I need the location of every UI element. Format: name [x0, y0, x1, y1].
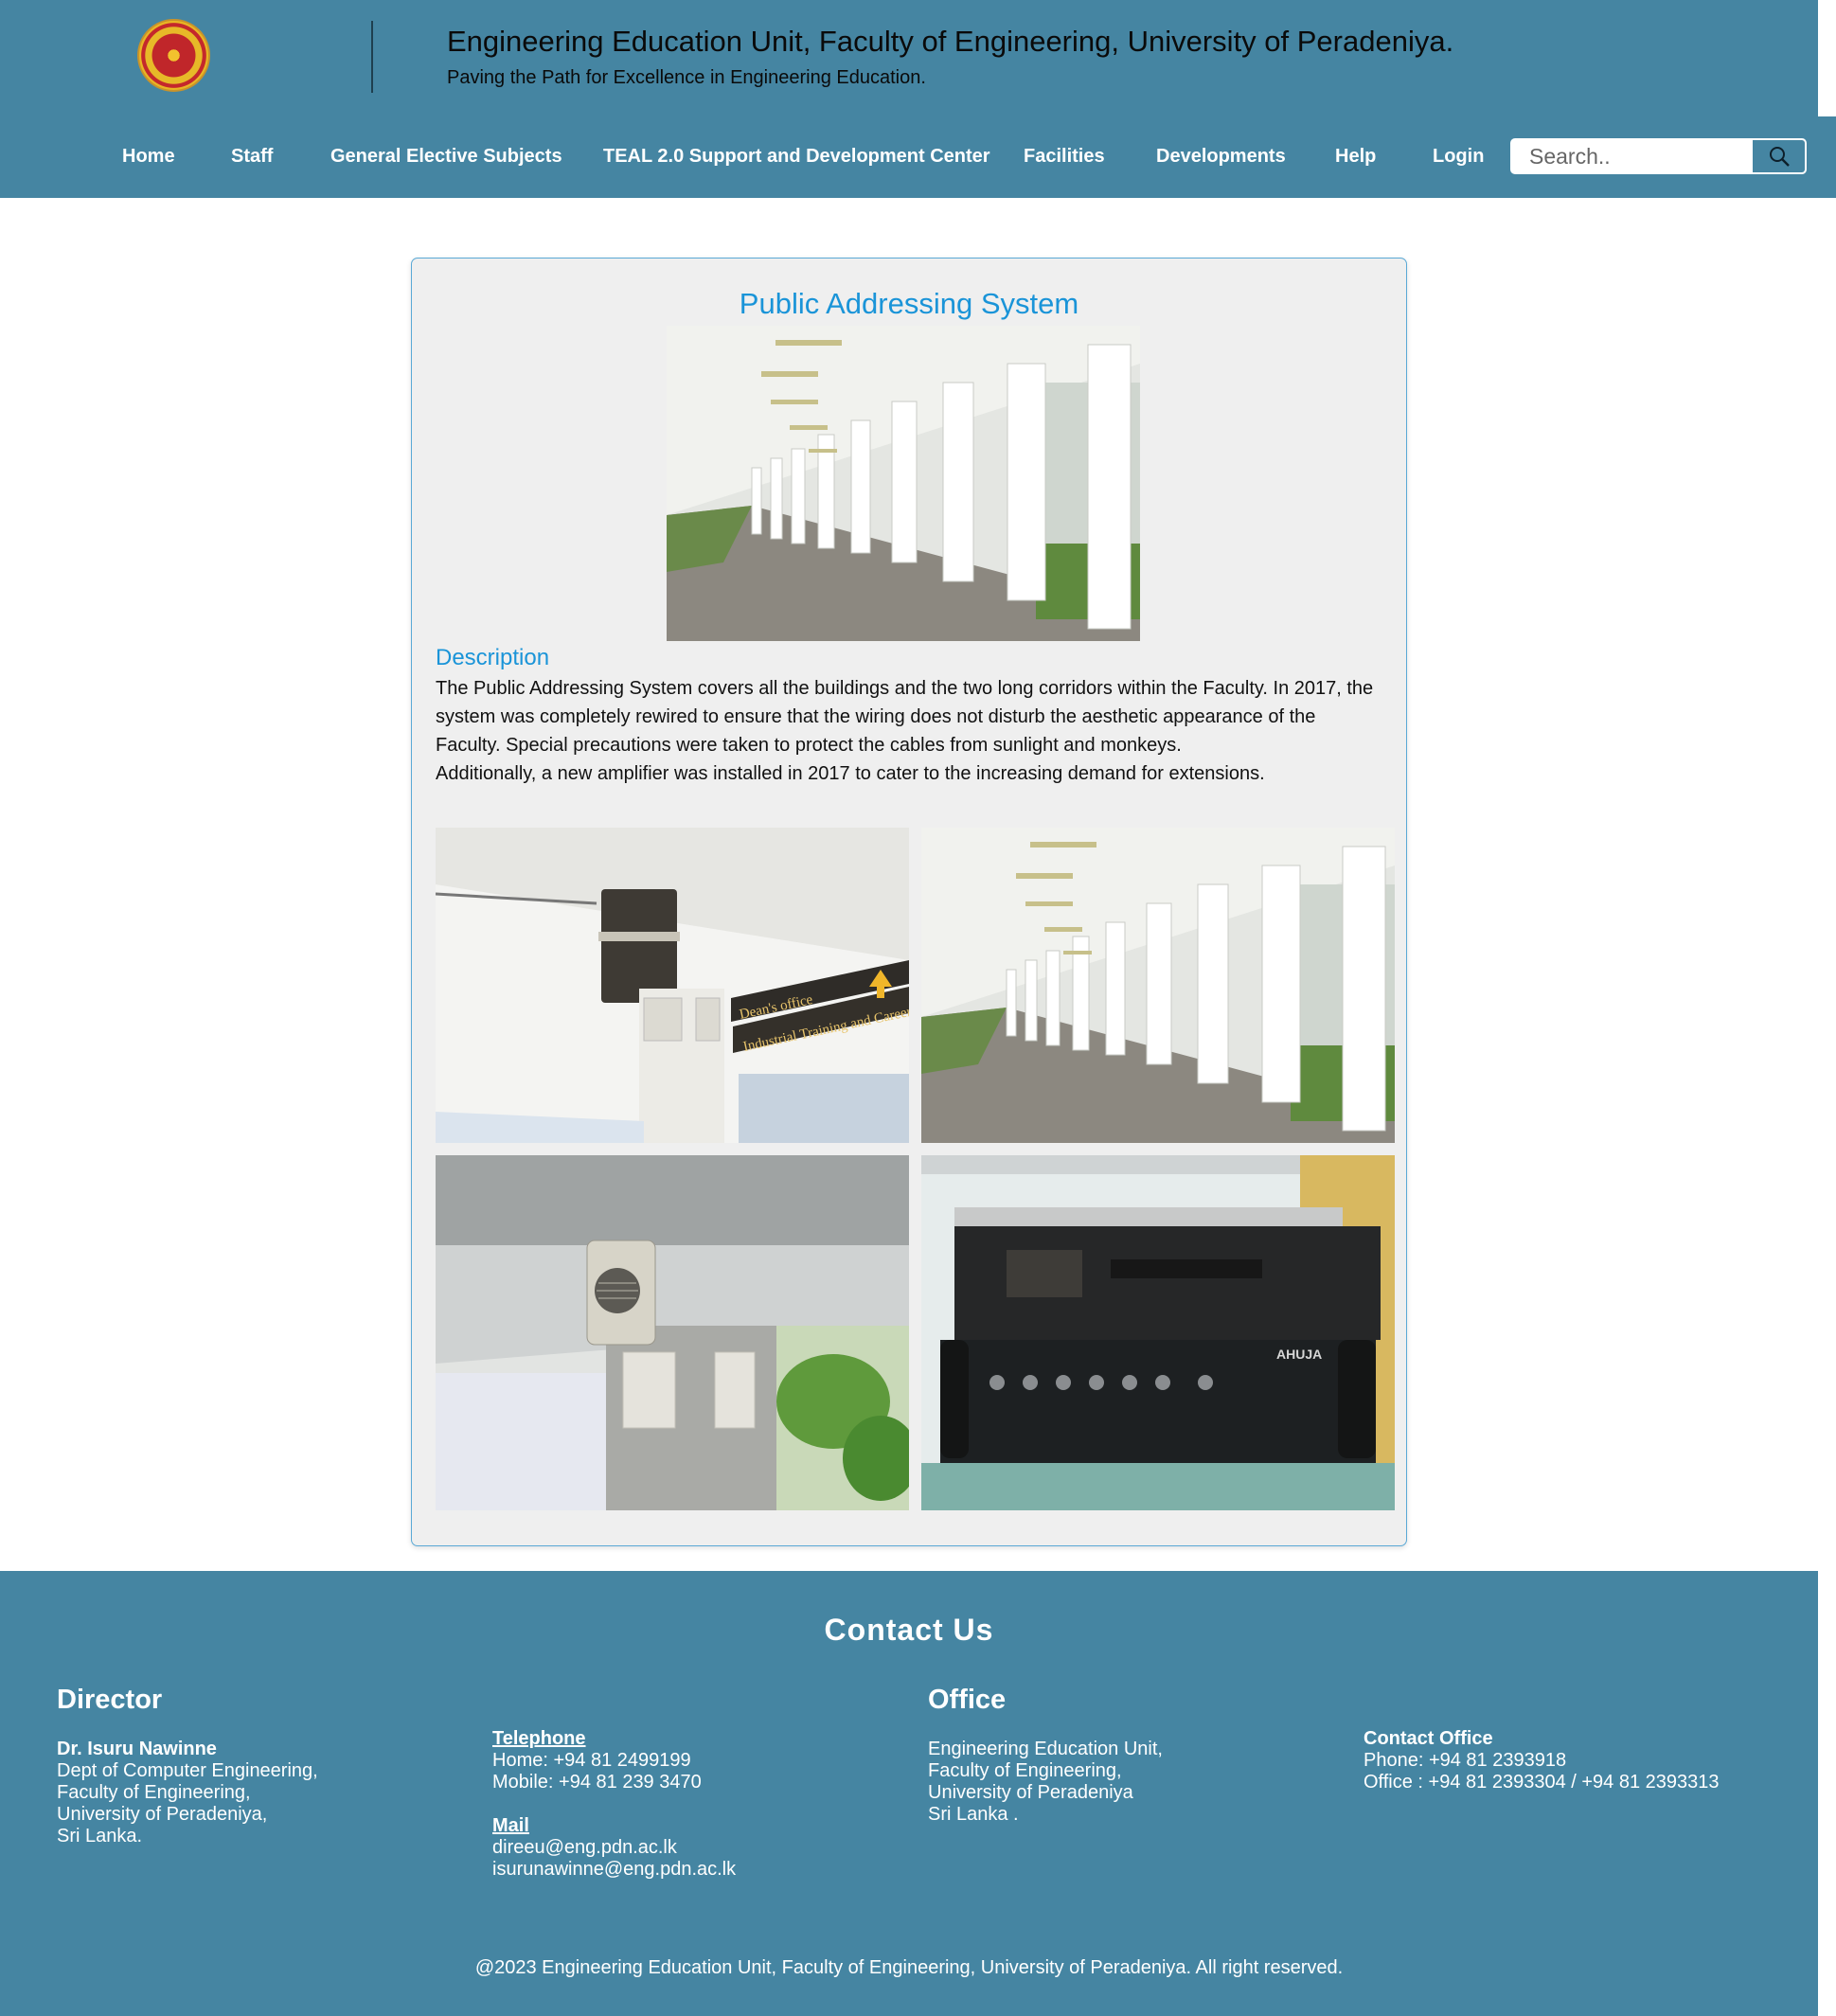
- header-divider: [371, 21, 373, 93]
- search-input[interactable]: [1512, 140, 1753, 172]
- office-address: Engineering Education Unit, Faculty of E…: [928, 1739, 1163, 1826]
- nav-staff[interactable]: Staff: [231, 146, 273, 168]
- office-heading: Office: [928, 1685, 1007, 1715]
- content-card: Public Addressing System Description The…: [411, 258, 1407, 1546]
- office-numbers: Office : +94 81 2393304 / +94 81 2393313: [1364, 1772, 1720, 1793]
- amplifier-photo: AHUJA: [921, 1155, 1395, 1510]
- director-heading: Director: [57, 1685, 163, 1715]
- search-button[interactable]: [1753, 140, 1805, 172]
- description-paragraph-1: The Public Addressing System covers all …: [436, 678, 1374, 756]
- director-faculty: Faculty of Engineering,: [57, 1782, 251, 1803]
- speaker-sign-photo: Dean's office Industrial Training and Ca…: [436, 828, 909, 1143]
- mail-link-2[interactable]: isurunawinne@eng.pdn.ac.lk: [492, 1859, 736, 1881]
- header-edge: [1818, 116, 1836, 198]
- office-contact: Contact Office Phone: +94 81 2393918 Off…: [1364, 1728, 1720, 1793]
- director-name: Dr. Isuru Nawinne: [57, 1739, 217, 1759]
- description-text: The Public Addressing System covers all …: [436, 674, 1382, 788]
- site-title: Engineering Education Unit, Faculty of E…: [447, 25, 1454, 58]
- office-phone: Phone: +94 81 2393918: [1364, 1750, 1567, 1771]
- nav-login[interactable]: Login: [1433, 146, 1484, 168]
- mail-label: Mail: [492, 1815, 529, 1836]
- search-box: [1510, 138, 1807, 174]
- nav-facilities[interactable]: Facilities: [1024, 146, 1105, 168]
- contact-office-label: Contact Office: [1364, 1728, 1493, 1749]
- site-tagline: Paving the Path for Excellence in Engine…: [447, 67, 926, 88]
- director-info: Dr. Isuru Nawinne Dept of Computer Engin…: [57, 1739, 318, 1847]
- nav-home[interactable]: Home: [122, 146, 175, 168]
- copyright: @2023 Engineering Education Unit, Facult…: [474, 1957, 1344, 1978]
- university-logo-icon[interactable]: [137, 19, 210, 92]
- office-line-3: University of Peradeniya: [928, 1782, 1133, 1803]
- nav-developments[interactable]: Developments: [1156, 146, 1286, 168]
- telephone-label: Telephone: [492, 1728, 586, 1749]
- contact-title: Contact Us: [824, 1613, 994, 1647]
- mail-link-1[interactable]: direeu@eng.pdn.ac.lk: [492, 1837, 736, 1859]
- search-icon: [1770, 147, 1790, 167]
- amp-brand-label: AHUJA: [1276, 1347, 1322, 1362]
- page-title: Public Addressing System: [739, 287, 1079, 320]
- description-paragraph-2: Additionally, a new amplifier was instal…: [436, 763, 1265, 784]
- site-footer: Contact Us Director Dr. Isuru Nawinne De…: [0, 1571, 1818, 2016]
- logo-emblem: [160, 42, 187, 69]
- wall-speaker-photo: [436, 1155, 909, 1510]
- corridor-photo: [921, 828, 1395, 1143]
- director-uni: University of Peradeniya,: [57, 1804, 268, 1825]
- nav-teal-center[interactable]: TEAL 2.0 Support and Development Center: [603, 146, 990, 168]
- home-phone: Home: +94 81 2499199: [492, 1750, 691, 1771]
- office-line-2: Faculty of Engineering,: [928, 1760, 1122, 1781]
- nav-help[interactable]: Help: [1335, 146, 1376, 168]
- site-header: Engineering Education Unit, Faculty of E…: [0, 0, 1818, 198]
- office-line-1: Engineering Education Unit,: [928, 1739, 1163, 1759]
- director-dept: Dept of Computer Engineering,: [57, 1760, 318, 1781]
- office-line-4: Sri Lanka .: [928, 1804, 1019, 1825]
- nav-general-elective-subjects[interactable]: General Elective Subjects: [330, 146, 562, 168]
- director-contact: Telephone Home: +94 81 2499199 Mobile: +…: [492, 1728, 736, 1881]
- description-heading: Description: [436, 645, 550, 670]
- hero-corridor-image: [667, 326, 1140, 641]
- mobile-phone: Mobile: +94 81 239 3470: [492, 1772, 702, 1793]
- director-country: Sri Lanka.: [57, 1826, 143, 1847]
